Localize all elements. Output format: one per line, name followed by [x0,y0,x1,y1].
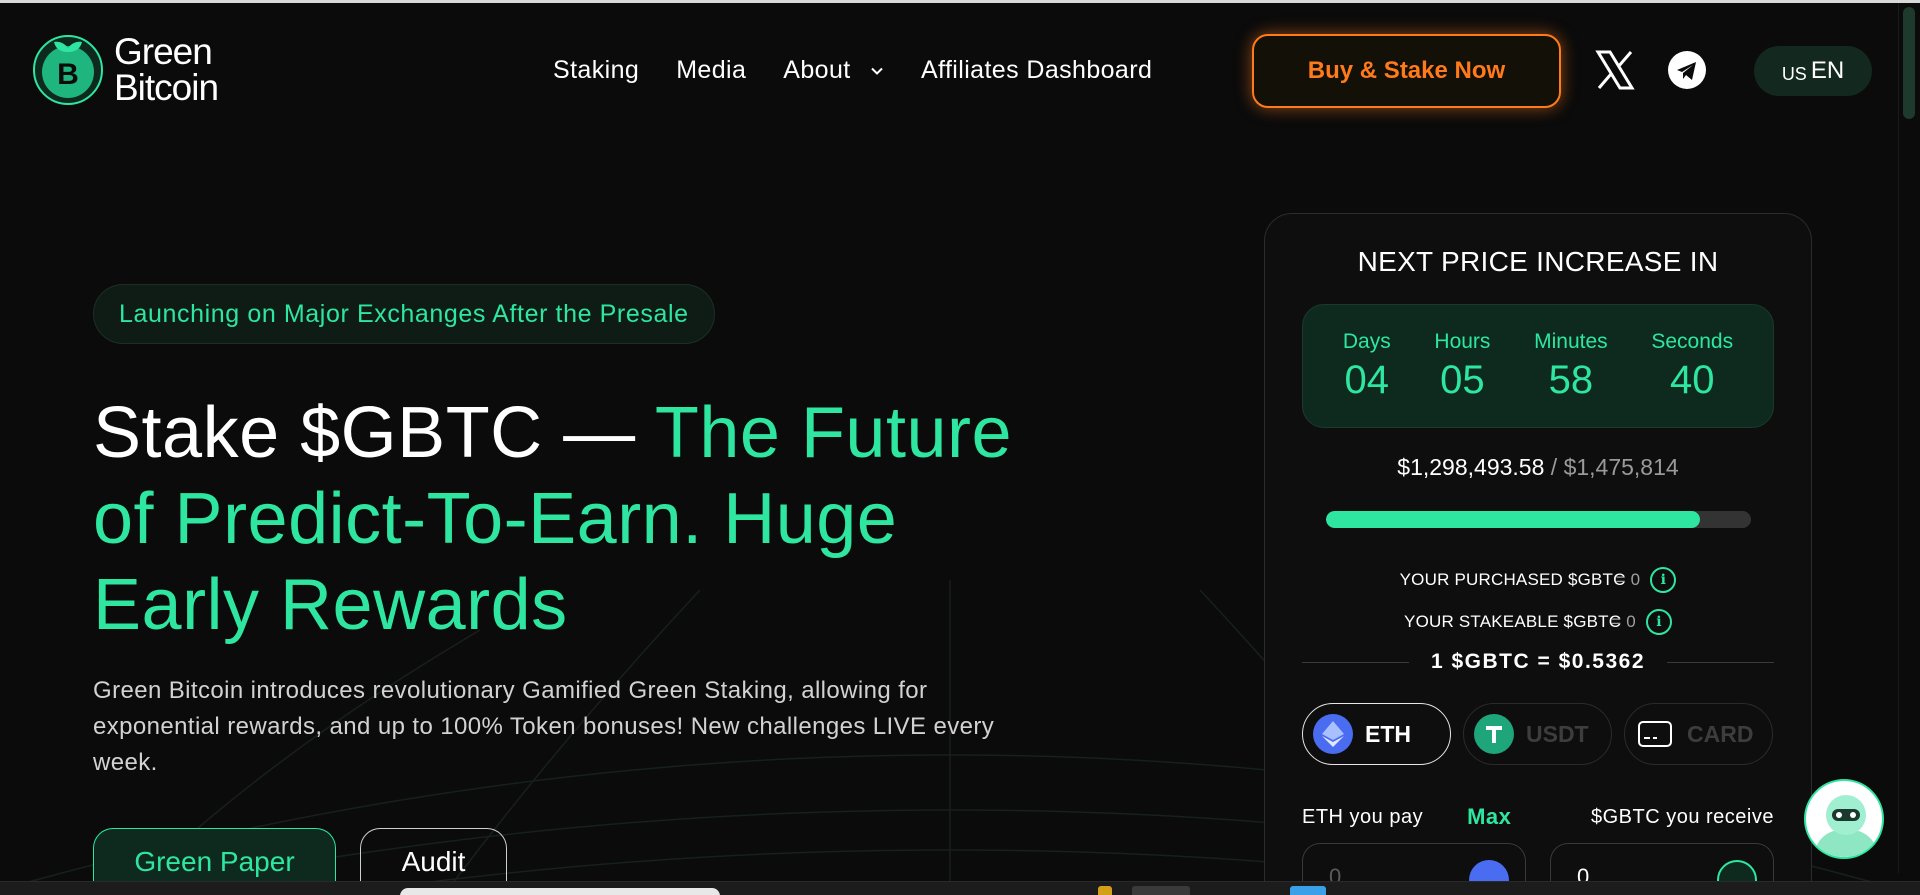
countdown-timer: Days 04 Hours 05 Minutes 58 Seconds 40 [1302,304,1774,428]
payment-tab-usdt[interactable]: USDT [1463,703,1612,765]
green-bitcoin-logo-icon: B [33,35,103,105]
pay-field-label: ETH you pay [1302,805,1424,828]
brand-name: Green Bitcoin [114,31,219,108]
payment-tab-eth[interactable]: ETH [1302,703,1451,765]
countdown-hours: Hours 05 [1434,330,1490,403]
countdown-days-label: Days [1342,329,1391,353]
countdown-minutes-label: Minutes [1534,329,1608,353]
payment-tab-eth-label: ETH [1365,720,1411,747]
chat-bot-icon[interactable] [1804,779,1884,859]
stakeable-label: YOUR STAKEABLE $GBTC [1404,612,1622,631]
presale-widget: NEXT PRICE INCREASE IN Days 04 Hours 05 … [1264,213,1812,895]
purchased-label: YOUR PURCHASED $GBTC [1399,570,1626,589]
raised-separator: / [1544,454,1564,480]
chevron-down-icon [871,68,883,76]
countdown-minutes: Minutes 58 [1534,330,1608,403]
payment-tab-card-label: CARD [1687,720,1754,747]
card-icon [1635,714,1675,754]
countdown-days-value: 04 [1344,357,1390,402]
language-code: EN [1810,57,1845,84]
hero-description: Green Bitcoin introduces revolutionary G… [93,677,995,776]
hero-title: Stake $GBTC — The Future of Predict-To-E… [93,390,1073,648]
window-top-border [0,0,1920,3]
amount-raised: $1,298,493.58 / $1,475,814 [1265,454,1811,481]
os-taskbar [0,881,1920,895]
nav-item-about[interactable]: About [783,56,884,85]
rate-divider-right [1667,661,1774,663]
rate-divider-left [1302,661,1409,663]
countdown-seconds-label: Seconds [1651,329,1734,353]
raised-value: $1,298,493.58 [1397,454,1545,480]
countdown-minutes-value: 58 [1548,357,1594,402]
payment-tab-card[interactable]: CARD [1624,703,1773,765]
countdown-days: Days 04 [1343,330,1391,403]
nav-item-media[interactable]: Media [676,56,746,85]
receive-field-label: $GBTC you receive [1590,805,1774,828]
payment-tab-usdt-label: USDT [1526,720,1589,747]
taskbar-app-icon[interactable] [1290,886,1326,895]
nav-item-about-label: About [783,56,851,84]
payment-method-tabs: ETH USDT CARD [1302,703,1774,765]
brand-name-line1: Green [114,31,213,72]
x-icon[interactable] [1595,49,1635,91]
taskbar-app-icon[interactable] [1132,886,1190,895]
nav-item-affiliates-dashboard[interactable]: Affiliates Dashboard [921,56,1152,85]
countdown-hours-label: Hours [1434,329,1491,353]
max-button[interactable]: Max [1467,804,1511,830]
svg-text:B: B [57,58,79,91]
buy-and-stake-button[interactable]: Buy & Stake Now [1252,34,1561,108]
info-icon[interactable]: i [1645,609,1672,635]
eth-icon [1313,714,1353,754]
raised-target: $1,475,814 [1563,454,1679,480]
countdown-seconds: Seconds 40 [1651,330,1733,403]
hero-title-white: Stake $GBTC — [93,393,655,473]
widget-title: NEXT PRICE INCREASE IN [1357,246,1719,277]
token-rate: 1 $GBTC = $0.5362 [1302,650,1774,674]
stakeable-balance: YOUR STAKEABLE $GBTC= 0 i [1265,609,1811,635]
countdown-seconds-value: 40 [1669,357,1715,402]
page-scrollbar[interactable] [1898,3,1920,873]
purchased-value: = 0 [1615,570,1641,589]
purchased-balance: YOUR PURCHASED $GBTC= 0 i [1265,567,1811,593]
brand-logo[interactable]: B Green Bitcoin [32,31,219,108]
usdt-icon [1474,714,1514,754]
language-selector[interactable]: US EN [1754,46,1872,96]
presale-progress-fill [1326,511,1700,528]
countdown-hours-value: 05 [1440,357,1485,402]
scrollbar-thumb[interactable] [1903,7,1915,119]
taskbar-app-icon[interactable] [1098,886,1112,895]
info-icon[interactable]: i [1650,567,1677,593]
taskbar-search[interactable] [400,888,720,895]
presale-progress-bar [1326,511,1751,528]
exchange-field-labels: ETH you pay Max $GBTC you receive [1302,804,1774,830]
main-nav: Staking Media About Affiliates Dashboard [553,56,1189,85]
brand-name-line2: Bitcoin [114,67,219,108]
rate-text: 1 $GBTC = $0.5362 [1430,650,1646,673]
us-flag-icon: US [1781,64,1807,84]
telegram-icon[interactable] [1668,51,1706,89]
stakeable-value: = 0 [1611,612,1636,631]
nav-item-staking[interactable]: Staking [553,56,639,85]
launch-announcement-badge: Launching on Major Exchanges After the P… [93,284,715,344]
